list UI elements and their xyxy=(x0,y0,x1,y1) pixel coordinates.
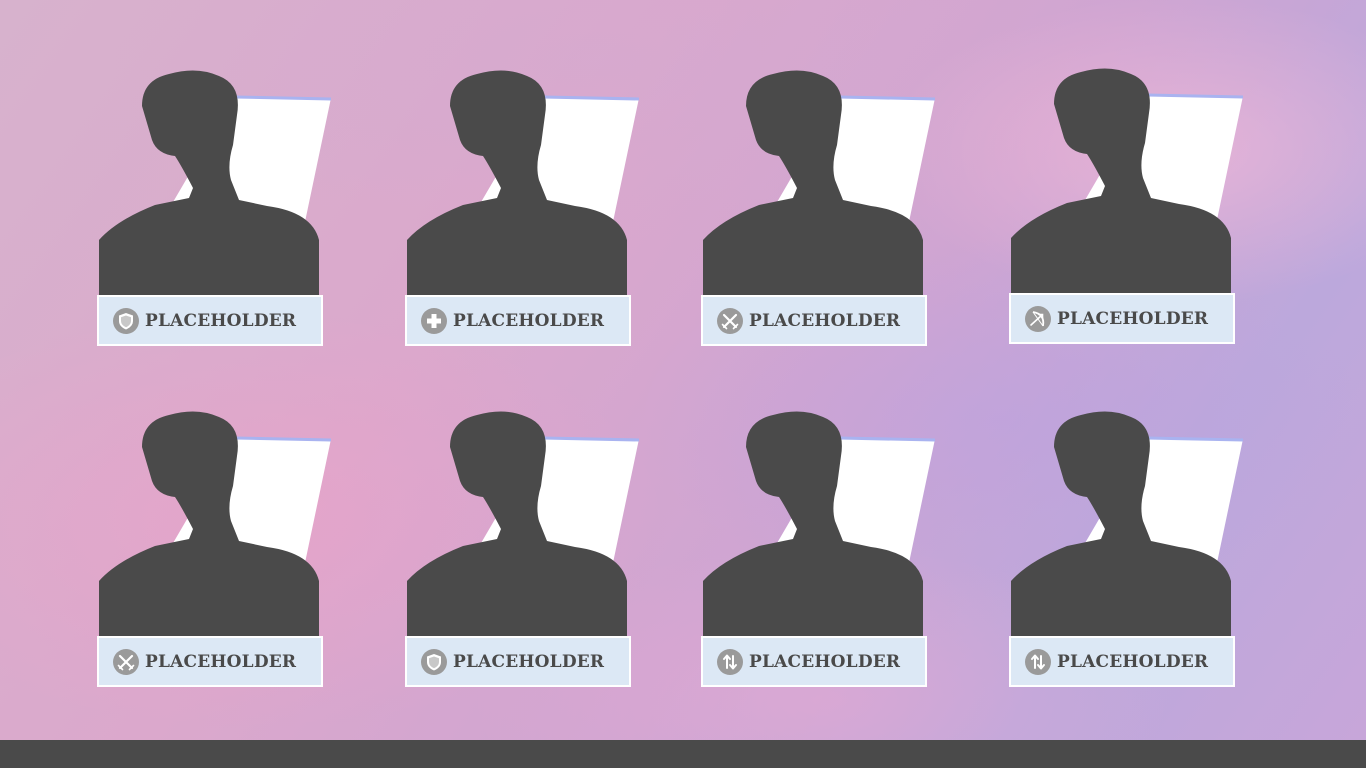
bottom-bar xyxy=(0,740,1366,768)
character-card-4[interactable]: PLACEHOLDER xyxy=(1009,68,1249,358)
portrait-silhouette xyxy=(99,70,332,298)
character-nameplate: PLACEHOLDER xyxy=(405,636,631,687)
portrait-silhouette xyxy=(407,411,640,639)
shield-icon xyxy=(421,648,447,675)
bow-icon xyxy=(1025,305,1051,332)
shield-icon xyxy=(113,307,139,334)
character-card-6[interactable]: PLACEHOLDER xyxy=(405,411,645,701)
swap-arrows-icon xyxy=(717,648,743,675)
character-card-3[interactable]: PLACEHOLDER xyxy=(701,70,941,360)
character-card-8[interactable]: PLACEHOLDER xyxy=(1009,411,1249,701)
character-nameplate: PLACEHOLDER xyxy=(405,295,631,346)
character-name: PLACEHOLDER xyxy=(145,310,297,331)
plus-icon xyxy=(421,307,447,334)
character-name: PLACEHOLDER xyxy=(145,651,297,672)
character-nameplate: PLACEHOLDER xyxy=(97,636,323,687)
portrait-silhouette xyxy=(703,411,936,639)
crossed-swords-icon xyxy=(113,648,139,675)
character-card-2[interactable]: PLACEHOLDER xyxy=(405,70,645,360)
portrait-silhouette xyxy=(1011,68,1244,296)
character-card-1[interactable]: PLACEHOLDER xyxy=(97,70,337,360)
character-name: PLACEHOLDER xyxy=(453,651,605,672)
character-card-7[interactable]: PLACEHOLDER xyxy=(701,411,941,701)
portrait-silhouette xyxy=(703,70,936,298)
character-grid: PLACEHOLDER PLACEHOLDER PLACEHOLDER PLAC… xyxy=(0,0,1366,740)
character-name: PLACEHOLDER xyxy=(749,310,901,331)
character-name: PLACEHOLDER xyxy=(749,651,901,672)
portrait-silhouette xyxy=(407,70,640,298)
character-card-5[interactable]: PLACEHOLDER xyxy=(97,411,337,701)
character-name: PLACEHOLDER xyxy=(1057,308,1209,329)
character-nameplate: PLACEHOLDER xyxy=(1009,636,1235,687)
portrait-silhouette xyxy=(1011,411,1244,639)
character-nameplate: PLACEHOLDER xyxy=(701,295,927,346)
character-nameplate: PLACEHOLDER xyxy=(1009,293,1235,344)
character-nameplate: PLACEHOLDER xyxy=(97,295,323,346)
swap-arrows-icon xyxy=(1025,648,1051,675)
character-name: PLACEHOLDER xyxy=(453,310,605,331)
character-name: PLACEHOLDER xyxy=(1057,651,1209,672)
character-nameplate: PLACEHOLDER xyxy=(701,636,927,687)
crossed-swords-icon xyxy=(717,307,743,334)
portrait-silhouette xyxy=(99,411,332,639)
